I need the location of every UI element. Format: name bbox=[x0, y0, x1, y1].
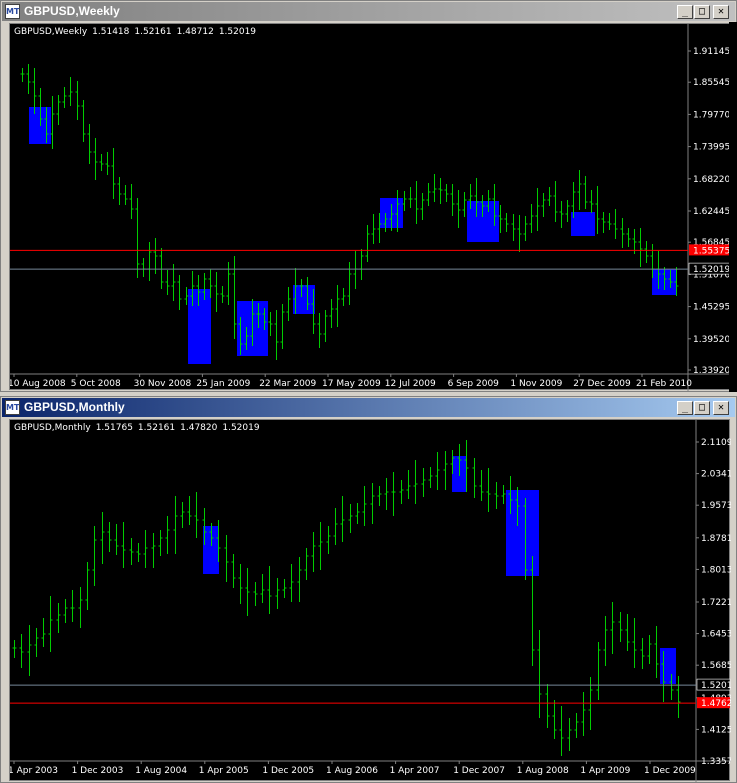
info-open: 1.51765 bbox=[95, 423, 133, 433]
date-label: 27 Dec 2009 bbox=[573, 379, 631, 389]
price-label: 1.87810 bbox=[701, 534, 731, 544]
chart-app-icon: MT bbox=[5, 4, 20, 19]
date-label: 1 Apr 2003 bbox=[10, 766, 58, 776]
date-label: 1 Aug 2008 bbox=[517, 766, 569, 776]
weekly-info-line: GBPUSD,Weekly 1.51418 1.52161 1.48712 1.5201… bbox=[14, 27, 261, 37]
date-label: 22 Mar 2009 bbox=[259, 379, 316, 389]
date-label: 1 Dec 2003 bbox=[72, 766, 124, 776]
monthly-chart-window: MT GBPUSD,Monthly _ □ ✕ 2.11090 2.03410 1.… bbox=[0, 396, 737, 783]
bid-price-label: 1.52019 bbox=[693, 265, 730, 275]
weekly-chart-area[interactable]: 1.91145 1.85545 1.79770 1.73995 1.68220 1.624… bbox=[9, 23, 731, 391]
weekly-chart-canvas: 1.91145 1.85545 1.79770 1.73995 1.68220 1.624… bbox=[10, 24, 731, 391]
date-label: 1 Apr 2005 bbox=[199, 766, 249, 776]
price-label: 1.45295 bbox=[693, 303, 730, 313]
price-label: 1.64530 bbox=[701, 630, 731, 640]
price-label: 1.91145 bbox=[693, 47, 730, 57]
weekly-window-title: GBPUSD,Weekly bbox=[24, 4, 120, 18]
info-close: 1.52019 bbox=[222, 423, 260, 433]
price-label: 1.41250 bbox=[701, 725, 731, 735]
highlight-box bbox=[188, 289, 211, 364]
info-low: 1.47820 bbox=[180, 423, 218, 433]
monthly-info-line: GBPUSD,Monthly 1.51765 1.52161 1.47820 1.520… bbox=[14, 423, 265, 433]
date-label: 21 Feb 2010 bbox=[636, 379, 692, 389]
weekly-title-bar[interactable]: MT GBPUSD,Weekly _ □ ✕ bbox=[2, 2, 735, 21]
date-label: 1 Dec 2007 bbox=[453, 766, 505, 776]
maximize-button[interactable]: □ bbox=[694, 401, 710, 415]
close-button[interactable]: ✕ bbox=[713, 5, 729, 19]
date-label: 25 Jan 2009 bbox=[196, 379, 250, 389]
date-label: 1 Aug 2006 bbox=[326, 766, 378, 776]
price-label: 1.39520 bbox=[693, 335, 730, 345]
date-label: 1 Dec 2005 bbox=[262, 766, 314, 776]
date-label: 1 Apr 2009 bbox=[580, 766, 630, 776]
info-low: 1.48712 bbox=[176, 27, 214, 37]
red-price-label: 1.47621 bbox=[701, 699, 731, 709]
price-label: 1.62445 bbox=[693, 207, 730, 217]
date-label: 1 Dec 2009 bbox=[644, 766, 696, 776]
price-label: 1.56850 bbox=[701, 661, 731, 671]
info-high: 1.52161 bbox=[134, 27, 172, 37]
minimize-button[interactable]: _ bbox=[677, 5, 693, 19]
maximize-button[interactable]: □ bbox=[694, 5, 710, 19]
price-label: 1.85545 bbox=[693, 78, 730, 88]
monthly-title-bar[interactable]: MT GBPUSD,Monthly _ □ ✕ bbox=[2, 398, 735, 417]
date-label: 1 Apr 2007 bbox=[390, 766, 440, 776]
highlight-box bbox=[293, 285, 315, 314]
price-label: 1.73995 bbox=[693, 143, 730, 153]
highlight-box bbox=[660, 648, 676, 684]
monthly-window-title: GBPUSD,Monthly bbox=[24, 400, 125, 414]
monthly-chart-canvas: 2.11090 2.03410 1.95730 1.87810 1.80130 1.722… bbox=[10, 420, 731, 782]
date-label: 1 Aug 2004 bbox=[135, 766, 187, 776]
date-label: 5 Oct 2008 bbox=[71, 379, 121, 389]
highlight-box bbox=[571, 212, 595, 236]
bid-price-label: 1.52019 bbox=[701, 681, 731, 691]
info-symbol: GBPUSD,Monthly bbox=[14, 423, 91, 433]
red-price-label: 1.55375 bbox=[693, 246, 730, 256]
price-label: 1.72210 bbox=[701, 598, 731, 608]
date-label: 1 Nov 2009 bbox=[510, 379, 562, 389]
price-label: 2.03410 bbox=[701, 470, 731, 480]
price-label: 1.68220 bbox=[693, 175, 730, 185]
info-symbol: GBPUSD,Weekly bbox=[14, 27, 88, 37]
date-label: 6 Sep 2009 bbox=[448, 379, 500, 389]
price-label: 1.33570 bbox=[701, 757, 731, 767]
info-high: 1.52161 bbox=[137, 423, 176, 433]
monthly-chart-area[interactable]: 2.11090 2.03410 1.95730 1.87810 1.80130 1.722… bbox=[9, 419, 731, 782]
date-label: 12 Jul 2009 bbox=[385, 379, 436, 389]
right-edge-strip bbox=[729, 22, 737, 392]
close-button[interactable]: ✕ bbox=[713, 401, 729, 415]
minimize-button[interactable]: _ bbox=[677, 401, 693, 415]
price-label: 1.79770 bbox=[693, 110, 730, 120]
date-label: 17 May 2009 bbox=[322, 379, 381, 389]
date-label: 30 Nov 2008 bbox=[134, 379, 192, 389]
price-label: 1.95730 bbox=[701, 501, 731, 511]
info-close: 1.52019 bbox=[218, 27, 257, 37]
price-label: 1.33920 bbox=[693, 366, 730, 376]
chart-app-icon: MT bbox=[5, 400, 20, 415]
weekly-chart-window: MT GBPUSD,Weekly _ □ ✕ 1.91145 1.85545 1.7… bbox=[0, 0, 737, 392]
price-label: 1.80130 bbox=[701, 565, 731, 575]
price-label: 2.11090 bbox=[701, 438, 731, 448]
info-open: 1.51418 bbox=[92, 27, 130, 37]
date-label: 10 Aug 2008 bbox=[10, 379, 66, 389]
